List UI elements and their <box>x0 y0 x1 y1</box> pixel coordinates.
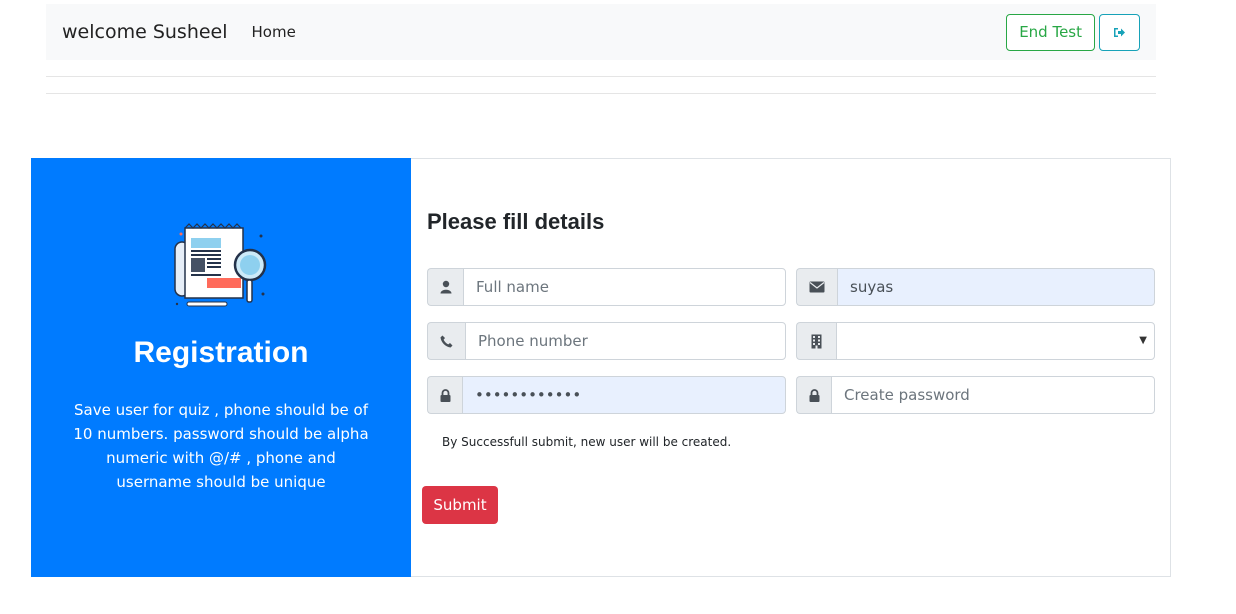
form-title: Please fill details <box>427 209 605 234</box>
submit-button[interactable]: Submit <box>422 486 498 524</box>
sign-out-icon <box>1114 27 1125 37</box>
password-input[interactable] <box>462 376 786 414</box>
phone-addon <box>427 322 465 360</box>
full-name-addon <box>427 268 463 306</box>
lock-icon <box>440 388 450 402</box>
full-name-input[interactable] <box>463 268 786 306</box>
registration-info-panel: Registration Save user for quiz , phone … <box>31 158 411 577</box>
building-select-wrap: ▼ <box>836 322 1155 360</box>
envelope-icon <box>809 281 825 293</box>
user-icon <box>440 280 451 294</box>
end-test-button[interactable]: End Test <box>1006 13 1095 51</box>
nav-home-link[interactable]: Home <box>252 23 296 41</box>
divider <box>46 76 1156 77</box>
phone-group <box>427 322 786 360</box>
document-magnifier-icon <box>174 223 267 307</box>
logout-button[interactable] <box>1099 13 1140 51</box>
top-navbar: welcome Susheel Home End Test <box>46 4 1156 60</box>
navbar-brand[interactable]: welcome Susheel <box>62 21 228 43</box>
password-group <box>427 376 786 414</box>
email-group <box>796 268 1155 306</box>
password-addon <box>427 376 462 414</box>
create-password-input[interactable] <box>831 376 1155 414</box>
create-password-addon <box>796 376 831 414</box>
divider <box>46 93 1156 94</box>
navbar-actions: End Test <box>1006 13 1140 51</box>
building-group: ▼ <box>796 322 1155 360</box>
full-name-group <box>427 268 786 306</box>
building-icon <box>811 334 822 348</box>
building-addon <box>796 322 836 360</box>
registration-form: Please fill details Full name suyas Phon… <box>411 158 1171 577</box>
email-addon <box>796 268 837 306</box>
lock-icon <box>809 388 819 402</box>
registration-description: Save user for quiz , phone should be of … <box>73 401 369 491</box>
create-password-group <box>796 376 1155 414</box>
registration-card: Registration Save user for quiz , phone … <box>31 158 1171 577</box>
submit-note: By Successfull submit, new user will be … <box>442 435 732 449</box>
phone-input[interactable] <box>465 322 786 360</box>
building-select[interactable] <box>836 322 1155 360</box>
phone-icon <box>440 335 453 347</box>
registration-title: Registration <box>133 336 309 369</box>
email-input[interactable] <box>837 268 1155 306</box>
